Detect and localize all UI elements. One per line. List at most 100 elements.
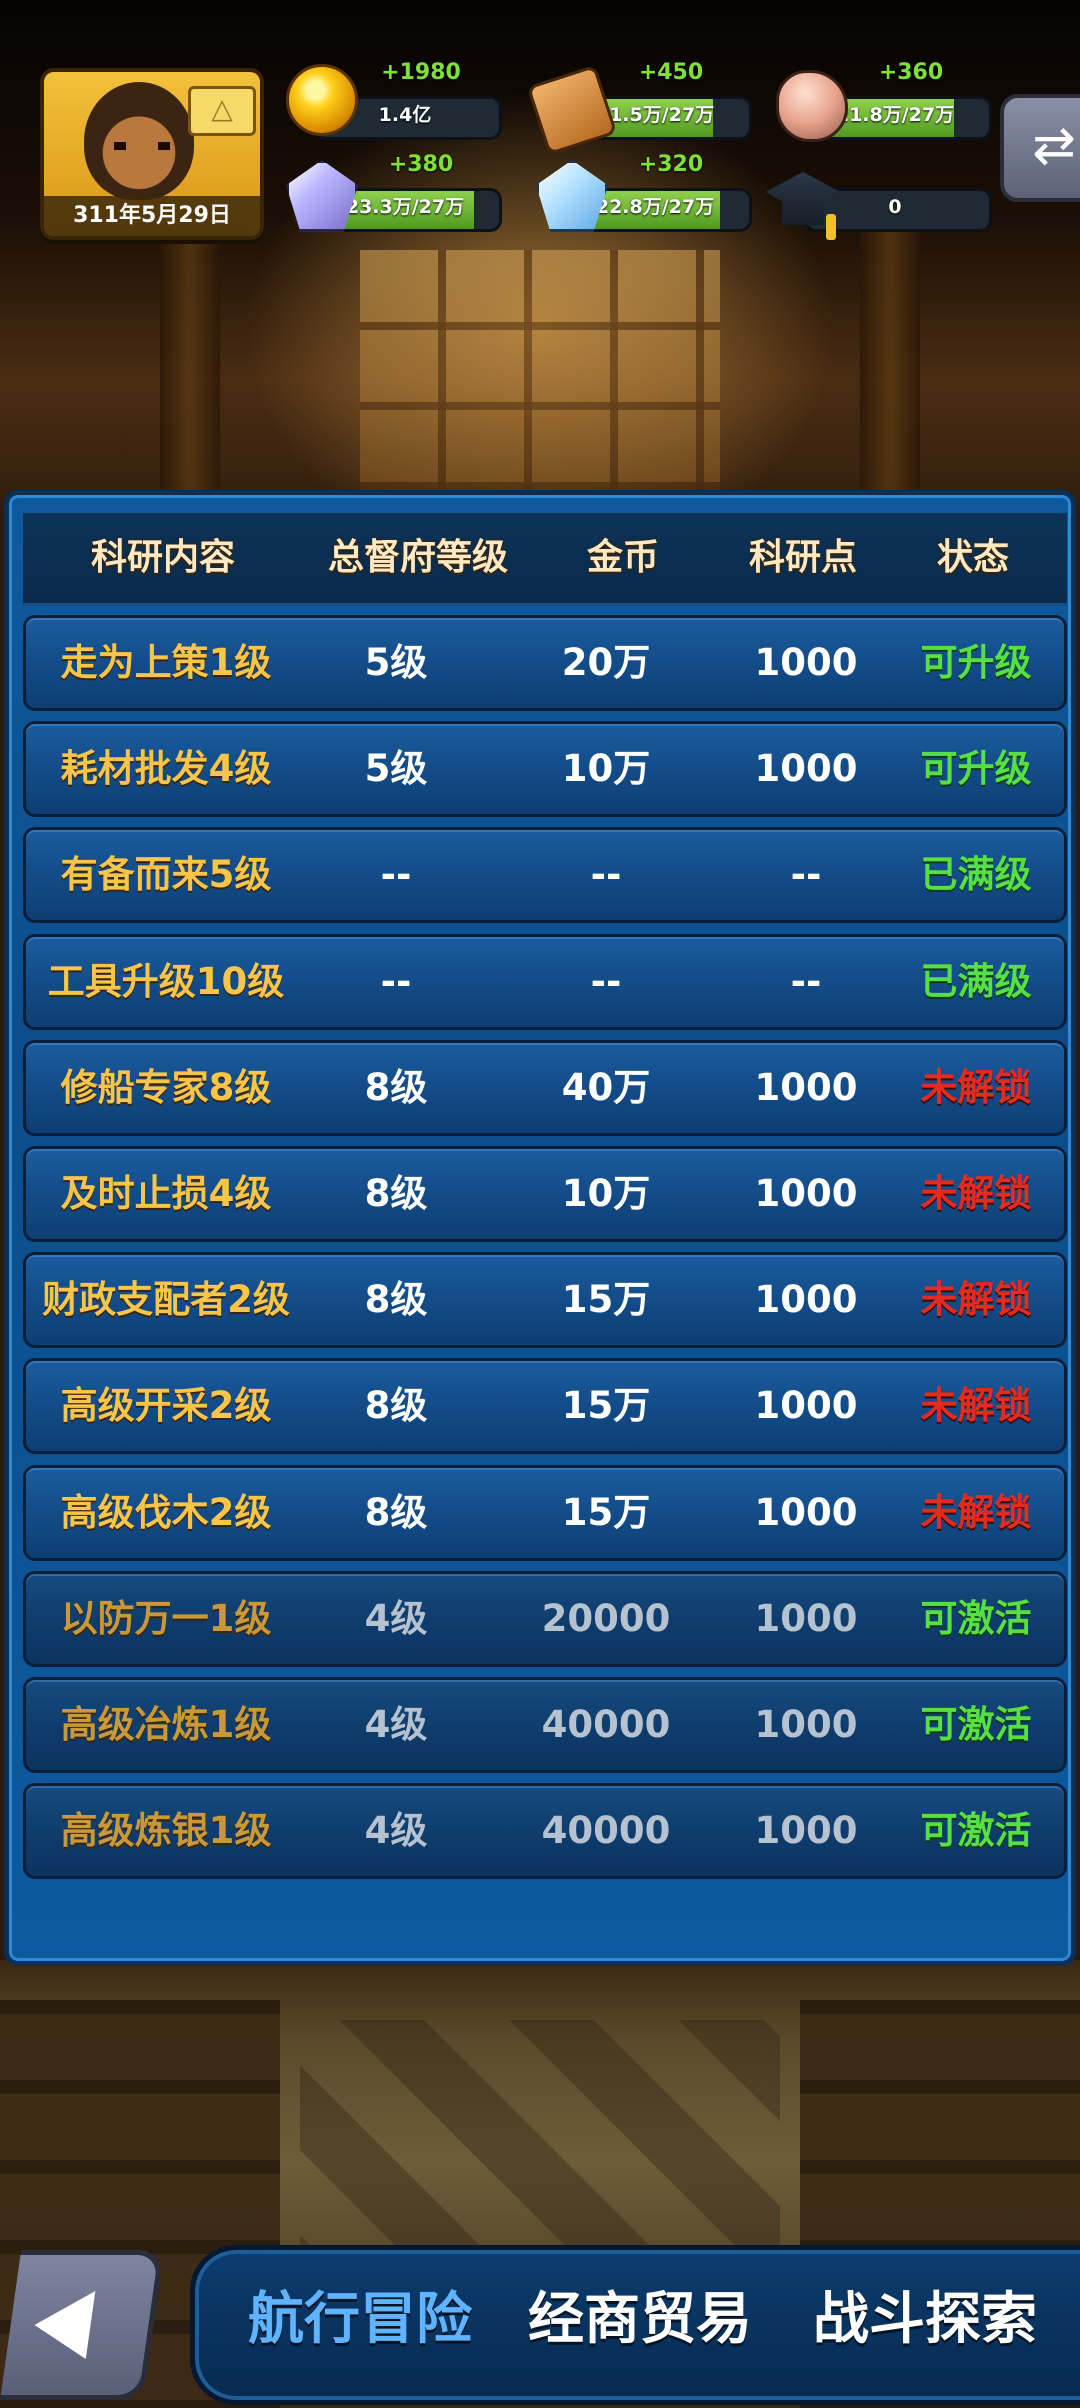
header-governor-level: 总督府等级 — [327, 537, 508, 578]
research-row[interactable]: 高级伐木2级 8级 15万 1000 未解锁 — [23, 1464, 1067, 1561]
research-name: 高级冶炼1级 — [60, 1703, 272, 1746]
research-points-cost: 1000 — [754, 1809, 858, 1853]
research-status: 未解锁 — [920, 1384, 1032, 1428]
research-status: 已满级 — [920, 959, 1032, 1003]
research-row[interactable]: 有备而来5级 -- -- -- 已满级 — [23, 827, 1067, 924]
resource-wood[interactable]: 21.5万/27万 +450 — [526, 60, 752, 156]
research-status: 可升级 — [920, 747, 1032, 791]
tab-trade[interactable]: 经商贸易 — [515, 2250, 765, 2390]
research-name: 有备而来5级 — [60, 853, 272, 897]
background-pillar — [860, 200, 920, 500]
research-row[interactable]: 高级冶炼1级 4级 40000 1000 可激活 — [23, 1677, 1067, 1773]
avatar-eyes — [114, 142, 170, 150]
research-row[interactable]: 以防万一1级 4级 20000 1000 可激活 — [23, 1570, 1067, 1667]
header-research-points: 科研点 — [748, 537, 857, 578]
research-name: 走为上策1级 — [60, 641, 272, 684]
research-row[interactable]: 工具升级10级 -- -- -- 已满级 — [23, 933, 1067, 1030]
governor-level: 8级 — [364, 1172, 428, 1215]
gold-cost: 40万 — [561, 1065, 651, 1109]
swap-icon[interactable]: ⇄ — [1000, 94, 1080, 202]
research-status: 未解锁 — [920, 1172, 1032, 1215]
research-points-cost: 1000 — [754, 641, 858, 684]
gold-cost: 15万 — [561, 1490, 651, 1534]
gold-cost: -- — [590, 853, 622, 897]
gold-cost: -- — [590, 959, 622, 1003]
resource-research[interactable]: 0 — [766, 152, 992, 242]
research-status: 可激活 — [920, 1809, 1032, 1853]
research-name: 高级开采2级 — [60, 1384, 272, 1428]
research-points-cost: 1000 — [754, 1490, 858, 1534]
research-row[interactable]: 及时止损4级 8级 10万 1000 未解锁 — [23, 1146, 1067, 1242]
research-row[interactable]: 财政支配者2级 8级 15万 1000 未解锁 — [23, 1252, 1067, 1349]
gold-cost: 15万 — [561, 1384, 651, 1428]
governor-level: 4级 — [364, 1809, 428, 1853]
research-name: 及时止损4级 — [60, 1172, 272, 1215]
cap-tassel — [826, 214, 836, 240]
research-points-cost: 1000 — [754, 747, 858, 791]
game-date: 311年5月29日 — [44, 196, 260, 236]
gold-cost: 40000 — [541, 1703, 671, 1746]
research-points-cost: 1000 — [754, 1596, 858, 1640]
gold-cost: 40000 — [541, 1809, 671, 1853]
research-name: 财政支配者2级 — [42, 1278, 290, 1322]
avatar-portrait — [84, 82, 194, 200]
gold-cost: 20万 — [561, 641, 651, 684]
resource-ice[interactable]: 22.8万/27万 +320 — [536, 152, 752, 242]
research-status: 已满级 — [920, 853, 1032, 897]
research-row[interactable]: 高级炼银1级 4级 40000 1000 可激活 — [23, 1783, 1067, 1880]
stone-ore-icon — [776, 70, 848, 142]
research-points-cost: 1000 — [754, 1703, 858, 1746]
governor-level: 8级 — [364, 1384, 428, 1428]
research-panel: 科研内容 总督府等级 金币 科研点 状态 走为上策1级 5级 20万 1000 可升级耗… — [4, 490, 1076, 1966]
table-header: 科研内容 总督府等级 金币 科研点 状态 — [23, 513, 1067, 606]
header-gold: 金币 — [586, 537, 659, 578]
bottom-nav: 航行冒险 经商贸易 战斗探索 — [190, 2245, 1080, 2405]
research-name: 以防万一1级 — [60, 1596, 272, 1640]
resource-stone[interactable]: 21.8万/27万 +360 — [776, 60, 992, 150]
gold-cost: 20000 — [541, 1596, 671, 1640]
resource-crystal[interactable]: 23.3万/27万 +380 — [286, 152, 502, 242]
gold-cost: 10万 — [561, 1172, 651, 1215]
player-avatar[interactable]: △ 311年5月29日 — [40, 68, 264, 240]
research-status: 可激活 — [920, 1596, 1032, 1640]
governor-level: 4级 — [364, 1596, 428, 1640]
tab-combat-exploration[interactable]: 战斗探索 — [795, 2250, 1055, 2390]
back-button[interactable] — [0, 2250, 165, 2400]
research-row[interactable]: 走为上策1级 5级 20万 1000 可升级 — [23, 615, 1067, 711]
research-status: 可激活 — [920, 1703, 1032, 1746]
back-arrow-icon — [29, 2291, 96, 2359]
research-row[interactable]: 修船专家8级 8级 40万 1000 未解锁 — [23, 1039, 1067, 1136]
tab-sailing-adventure[interactable]: 航行冒险 — [235, 2250, 485, 2390]
governor-level: 8级 — [364, 1278, 428, 1322]
resource-gain: +320 — [638, 152, 704, 177]
research-name: 高级伐木2级 — [60, 1490, 272, 1534]
governor-level: -- — [380, 853, 412, 897]
research-points-cost: -- — [790, 853, 822, 897]
governor-level: 5级 — [364, 641, 428, 684]
governor-level: 8级 — [364, 1490, 428, 1534]
gold-cost: 10万 — [561, 747, 651, 791]
resource-gain: +450 — [638, 60, 704, 85]
governor-level: 5级 — [364, 747, 428, 791]
background-window — [360, 250, 720, 490]
governor-level: -- — [380, 959, 412, 1003]
background-pillar — [160, 200, 220, 500]
research-status: 未解锁 — [920, 1490, 1032, 1534]
research-name: 修船专家8级 — [60, 1065, 272, 1109]
research-points-cost: 1000 — [754, 1384, 858, 1428]
header-research-content: 科研内容 — [90, 537, 235, 578]
gold-cost: 15万 — [561, 1278, 651, 1322]
research-row[interactable]: 高级开采2级 8级 15万 1000 未解锁 — [23, 1358, 1067, 1455]
resource-gain: +380 — [388, 152, 454, 177]
research-name: 高级炼银1级 — [60, 1809, 272, 1853]
research-status: 未解锁 — [920, 1065, 1032, 1109]
research-name: 耗材批发4级 — [60, 747, 272, 791]
header-status: 状态 — [936, 537, 1009, 578]
research-row[interactable]: 耗材批发4级 5级 10万 1000 可升级 — [23, 721, 1067, 818]
resource-gain: +360 — [878, 60, 944, 85]
gold-coin-icon — [286, 64, 358, 136]
resource-gold[interactable]: 1.4亿 +1980 — [286, 60, 502, 150]
research-points-cost: 1000 — [754, 1278, 858, 1322]
research-status: 未解锁 — [920, 1278, 1032, 1322]
research-points-cost: 1000 — [754, 1172, 858, 1215]
